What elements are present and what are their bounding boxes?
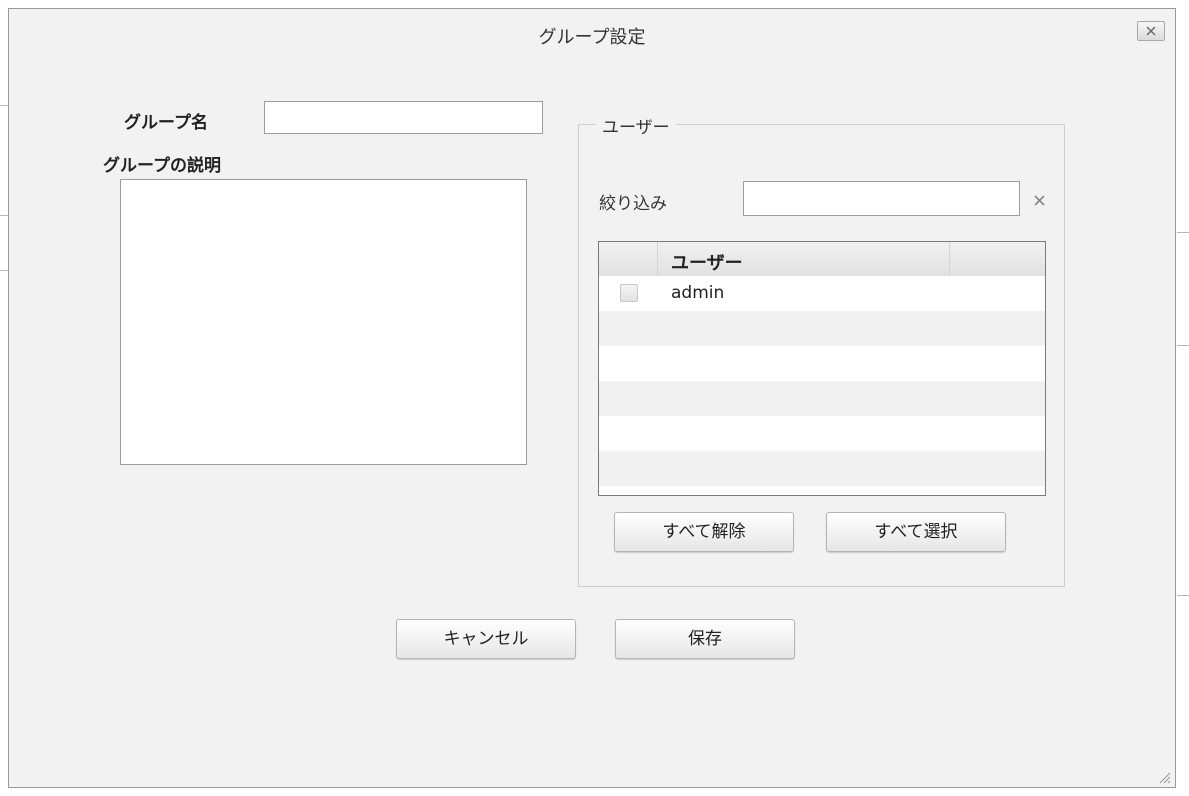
user-list-header: ユーザー — [599, 242, 1045, 277]
column-separator — [657, 242, 658, 276]
save-button[interactable]: 保存 — [615, 619, 795, 659]
background-line — [1177, 345, 1189, 346]
user-column-header[interactable]: ユーザー — [671, 249, 743, 275]
cancel-button[interactable]: キャンセル — [396, 619, 576, 659]
user-row-name: admin — [671, 283, 725, 303]
deselect-all-button[interactable]: すべて解除 — [614, 512, 794, 552]
users-fieldset-legend: ユーザー — [596, 113, 676, 138]
clear-filter-icon[interactable] — [1031, 191, 1049, 209]
column-separator — [949, 242, 950, 276]
table-row-empty — [599, 416, 1045, 451]
background-line — [1177, 595, 1189, 596]
close-icon — [1146, 26, 1156, 36]
group-description-label: グループの説明 — [103, 156, 221, 176]
select-all-button[interactable]: すべて選択 — [826, 512, 1006, 552]
close-button[interactable] — [1137, 21, 1165, 41]
table-row-empty — [599, 381, 1045, 416]
user-row-checkbox[interactable] — [620, 284, 638, 302]
group-name-input[interactable] — [264, 101, 543, 134]
table-row-empty — [599, 311, 1045, 346]
table-row-empty — [599, 346, 1045, 381]
group-description-textarea[interactable] — [120, 179, 527, 465]
background-line — [1177, 232, 1189, 233]
table-row[interactable]: admin — [599, 276, 1045, 311]
dialog-title: グループ設定 — [538, 27, 646, 48]
table-row-empty — [599, 451, 1045, 486]
user-list-table: ユーザー admin — [598, 241, 1046, 496]
group-name-label: グループ名 — [124, 113, 208, 133]
filter-input[interactable] — [743, 181, 1020, 216]
group-settings-dialog: グループ設定 グループ名 グループの説明 ユーザー 絞り込み ユーザー admi… — [8, 8, 1176, 788]
filter-label: 絞り込み — [599, 194, 667, 214]
resize-grip-icon[interactable] — [1157, 769, 1171, 784]
